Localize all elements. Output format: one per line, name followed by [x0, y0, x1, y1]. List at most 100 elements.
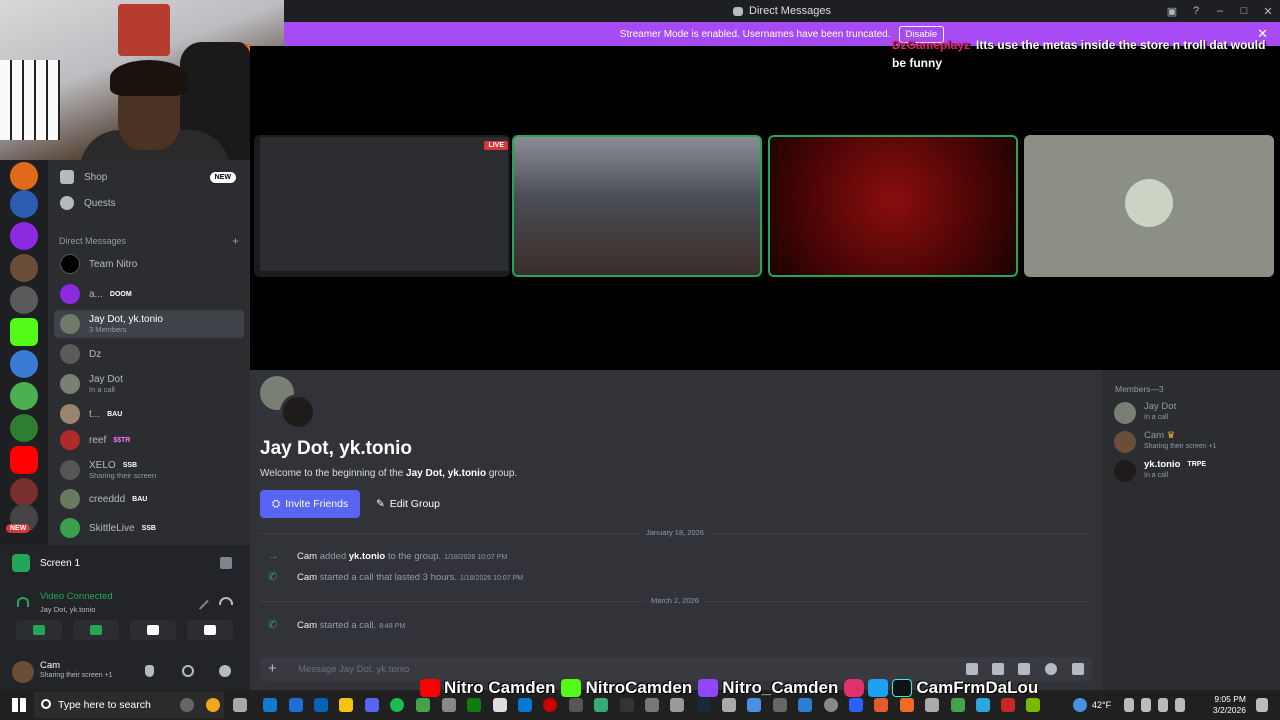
- discord-icon[interactable]: [365, 698, 379, 712]
- dm-item-active[interactable]: Jay Dot, yk.tonio 3 Members: [54, 310, 244, 338]
- app-icon[interactable]: [416, 698, 430, 712]
- headphones-icon[interactable]: [182, 665, 194, 677]
- member-item[interactable]: Cam ♛ Sharing their screen +1: [1114, 429, 1274, 455]
- help-icon[interactable]: ?: [1184, 5, 1208, 17]
- gif-icon[interactable]: [992, 663, 1004, 675]
- screen-share-bar[interactable]: Screen 1: [12, 553, 238, 573]
- app-icon[interactable]: [620, 698, 634, 712]
- app-icon[interactable]: [670, 698, 684, 712]
- app-icon[interactable]: [849, 698, 863, 712]
- disconnect-icon[interactable]: [219, 597, 233, 605]
- message-input[interactable]: [298, 661, 798, 677]
- kick-server-icon[interactable]: [10, 318, 38, 346]
- app-icon[interactable]: [874, 698, 888, 712]
- windows-start-icon[interactable]: [12, 698, 26, 712]
- create-dm-icon[interactable]: +: [232, 234, 239, 248]
- keyboard-icon[interactable]: [1175, 698, 1185, 712]
- dm-item[interactable]: reef $$TR: [54, 426, 244, 454]
- temperature[interactable]: 42°F: [1092, 700, 1111, 710]
- notifications-icon[interactable]: [1256, 698, 1268, 712]
- maximize-button[interactable]: □: [1232, 5, 1256, 17]
- app-icon[interactable]: [1001, 698, 1015, 712]
- server-icon[interactable]: [10, 162, 38, 190]
- sidebar-item-shop[interactable]: Shop NEW: [54, 165, 244, 189]
- dm-item[interactable]: SkittleLive SSB: [54, 514, 244, 542]
- app-icon[interactable]: [518, 698, 532, 712]
- app-icon[interactable]: [824, 698, 838, 712]
- edit-group-button[interactable]: ✎ Edit Group: [366, 490, 450, 518]
- app-icon[interactable]: [467, 698, 481, 712]
- dm-item[interactable]: Dz: [54, 340, 244, 368]
- microphone-icon[interactable]: [145, 665, 154, 677]
- app-icon[interactable]: [543, 698, 557, 712]
- server-icon[interactable]: [10, 286, 38, 314]
- apps-icon[interactable]: [1072, 663, 1084, 675]
- gift-icon[interactable]: [966, 663, 978, 675]
- server-icon[interactable]: [10, 478, 38, 506]
- app-icon[interactable]: [569, 698, 583, 712]
- app-icon[interactable]: [747, 698, 761, 712]
- app-icon[interactable]: [645, 698, 659, 712]
- clock[interactable]: 9:05 PM 3/2/2026: [1200, 694, 1246, 716]
- close-button[interactable]: ✕: [1256, 5, 1280, 18]
- server-icon[interactable]: [10, 446, 38, 474]
- app-icon[interactable]: [925, 698, 939, 712]
- vc-channel[interactable]: Jay Dot, yk.tonio: [40, 605, 113, 614]
- app-icon[interactable]: [594, 698, 608, 712]
- server-icon[interactable]: [10, 382, 38, 410]
- dm-item[interactable]: Team Nitro: [54, 250, 244, 278]
- server-icon[interactable]: [10, 222, 38, 250]
- noise-suppression-icon[interactable]: [193, 594, 209, 610]
- soundboard-button[interactable]: [187, 620, 233, 640]
- weather-icon[interactable]: [1073, 698, 1087, 712]
- app-icon[interactable]: [900, 698, 914, 712]
- spotify-icon[interactable]: [390, 698, 404, 712]
- app-icon[interactable]: [798, 698, 812, 712]
- server-icon[interactable]: [10, 190, 38, 218]
- app-icon[interactable]: [951, 698, 965, 712]
- dm-item[interactable]: Jay Dot In a call: [54, 370, 244, 398]
- popout-icon[interactable]: [220, 557, 232, 569]
- app-icon[interactable]: [180, 698, 194, 712]
- taskbar-search[interactable]: Type here to search: [34, 692, 224, 718]
- minimize-button[interactable]: –: [1208, 5, 1232, 17]
- server-icon[interactable]: [10, 350, 38, 378]
- app-icon[interactable]: [289, 698, 303, 712]
- app-icon[interactable]: [976, 698, 990, 712]
- screen-share-button[interactable]: [73, 620, 119, 640]
- steam-icon[interactable]: [697, 698, 711, 712]
- network-icon[interactable]: [1141, 698, 1151, 712]
- activities-button[interactable]: [130, 620, 176, 640]
- attach-plus-icon[interactable]: +: [268, 660, 277, 677]
- task-view-icon[interactable]: [233, 698, 247, 712]
- emoji-icon[interactable]: [1045, 663, 1057, 675]
- app-icon[interactable]: [773, 698, 787, 712]
- server-icon[interactable]: [10, 254, 38, 282]
- server-icon[interactable]: [10, 414, 38, 442]
- inbox-icon[interactable]: ▣: [1160, 5, 1184, 18]
- signal-icon[interactable]: [17, 597, 29, 607]
- tray-chevron-icon[interactable]: [1124, 698, 1134, 712]
- screen-share-tile[interactable]: LIVE: [254, 135, 510, 277]
- camera-button[interactable]: [16, 620, 62, 640]
- file-explorer-icon[interactable]: [339, 698, 353, 712]
- member-item[interactable]: yk.tonio TRPE In a call: [1114, 458, 1274, 484]
- sidebar-item-quests[interactable]: Quests: [54, 191, 244, 215]
- dm-item[interactable]: XELO SSB Sharing their screen: [54, 456, 244, 484]
- app-icon[interactable]: [493, 698, 507, 712]
- video-tile[interactable]: [512, 135, 762, 277]
- edge-icon[interactable]: [263, 698, 277, 712]
- sticker-icon[interactable]: [1018, 663, 1030, 675]
- app-icon[interactable]: [442, 698, 456, 712]
- app-icon[interactable]: [206, 698, 220, 712]
- volume-icon[interactable]: [1158, 698, 1168, 712]
- video-tile[interactable]: [1024, 135, 1274, 277]
- dm-item[interactable]: creeddd BAU: [54, 485, 244, 513]
- nvidia-icon[interactable]: [1026, 698, 1040, 712]
- video-tile[interactable]: [768, 135, 1018, 277]
- member-item[interactable]: Jay Dot In a call: [1114, 400, 1274, 426]
- app-icon[interactable]: [722, 698, 736, 712]
- dm-item[interactable]: a... DOOM: [54, 280, 244, 308]
- invite-friends-button[interactable]: ⛭ Invite Friends: [260, 490, 360, 518]
- app-icon[interactable]: [314, 698, 328, 712]
